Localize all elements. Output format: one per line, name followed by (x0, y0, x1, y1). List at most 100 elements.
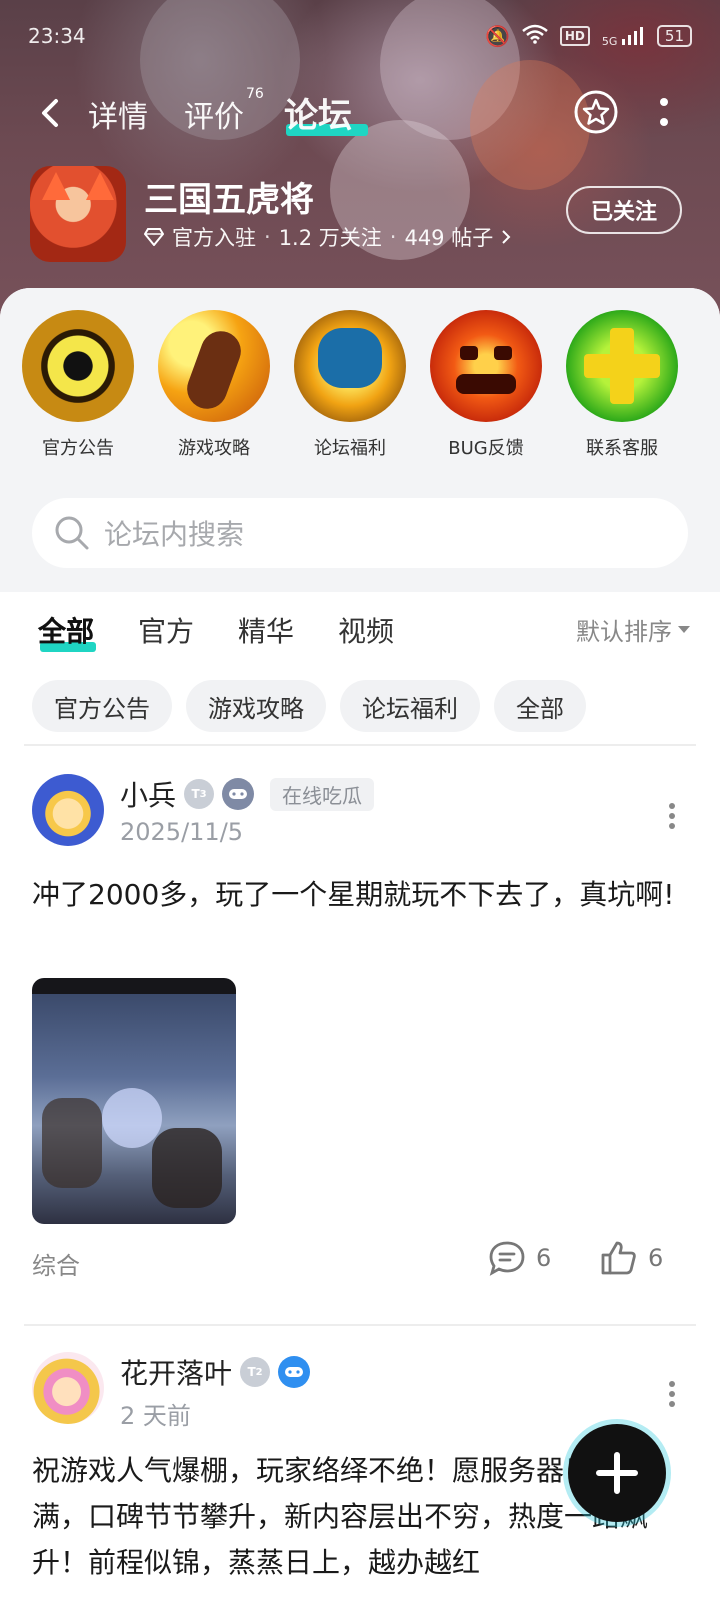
shortcut-area: 官方公告 游戏攻略 论坛福利 BUG反馈 联系客服 论坛内搜索 (0, 288, 720, 592)
tab-reviews[interactable]: 评价 (184, 92, 244, 136)
more-options-icon[interactable] (656, 96, 672, 128)
fist-shape (318, 328, 382, 388)
user-title-tag: 在线吃瓜 (270, 777, 375, 811)
image-figure (42, 1098, 102, 1188)
thumbs-up-icon (601, 1241, 636, 1275)
game-title: 三国五虎将 (144, 180, 314, 220)
forum-panel: 官方公告 游戏攻略 论坛福利 BUG反馈 联系客服 论坛内搜索 全部 全部 官方… (0, 288, 720, 1612)
post-author[interactable]: 小兵 T3 在线吃瓜 (120, 774, 375, 814)
level-badge: T3 (184, 779, 215, 809)
shortcut-guides[interactable]: 游戏攻略 (144, 310, 284, 460)
shortcut-label: 联系客服 (586, 438, 658, 459)
back-arrow-icon[interactable] (36, 98, 66, 128)
pumpkin-mouth (456, 374, 516, 394)
post-card[interactable]: 小兵 T3 在线吃瓜 2025/11/5 冲了2000多，玩了一个星期就玩不下去… (0, 774, 720, 1314)
like-count: 6 (648, 1244, 664, 1272)
gift-fist-icon (294, 310, 406, 422)
post-category[interactable]: 综合 (32, 1246, 80, 1281)
hd-badge: HD (559, 26, 590, 46)
meta-separator: · (389, 225, 397, 249)
comment-stat[interactable]: 6 (488, 1240, 551, 1276)
posts-count: 449 帖子 (404, 226, 494, 250)
chip-benefits[interactable]: 论坛福利 (340, 680, 480, 732)
logo-ear (42, 172, 70, 200)
tab-details[interactable]: 详情 (88, 92, 148, 136)
level-badge: T2 (240, 1357, 271, 1387)
divider (24, 744, 696, 746)
chip-all[interactable]: 全部 (494, 680, 586, 732)
gamepad-icon (278, 1356, 311, 1388)
official-label: 官方入驻 (172, 226, 256, 250)
tab-forum[interactable]: 论坛 (284, 88, 352, 137)
avatar[interactable] (32, 1352, 104, 1424)
filter-tab-featured[interactable]: 精华 (238, 610, 294, 650)
filter-tab-video[interactable]: 视频 (338, 610, 394, 650)
post-time: 2 天前 (120, 1402, 191, 1430)
mute-icon: 🔕 (484, 24, 510, 48)
create-post-button[interactable] (568, 1424, 666, 1522)
level-number: 2 (255, 1366, 263, 1378)
hand-icon (158, 310, 270, 422)
plus-icon (566, 310, 678, 422)
follow-button[interactable]: 已关注 (566, 186, 682, 234)
avatar[interactable] (32, 774, 104, 846)
pumpkin-eye (494, 346, 512, 360)
shortcut-bug-report[interactable]: BUG反馈 (416, 310, 556, 460)
comment-count: 6 (536, 1244, 552, 1272)
shortcut-row: 官方公告 游戏攻略 论坛福利 BUG反馈 联系客服 (0, 310, 720, 460)
status-time: 23:34 (28, 24, 86, 48)
filter-tab-official[interactable]: 官方 (138, 610, 194, 650)
image-figure (152, 1128, 222, 1208)
like-stat[interactable]: 6 (600, 1240, 663, 1276)
network-label: 5G (601, 34, 618, 48)
post-more-icon[interactable] (668, 1380, 676, 1408)
top-navigation: 详情 评价 76 论坛 (0, 84, 720, 144)
gamepad-icon (222, 778, 255, 810)
level-number: 3 (199, 788, 207, 800)
battery-indicator: 51 (656, 25, 692, 47)
post-text[interactable]: 冲了2000多，玩了一个星期就玩不下去了，真坑啊! (32, 872, 692, 918)
pumpkin-icon (430, 310, 542, 422)
post-author[interactable]: 花开落叶 T2 (120, 1352, 311, 1392)
shortcut-benefits[interactable]: 论坛福利 (280, 310, 420, 460)
filter-tabs: 全部 全部 官方 精华 视频 默认排序 (0, 600, 720, 660)
meta-separator: · (264, 225, 271, 249)
chip-announcements[interactable]: 官方公告 (32, 680, 172, 732)
favorite-star-icon[interactable] (574, 90, 618, 134)
shortcut-announcements[interactable]: 官方公告 (8, 310, 148, 460)
pumpkin-eye (460, 346, 478, 360)
sort-dropdown[interactable]: 默认排序 (576, 612, 690, 647)
status-bar: 23:34 🔕 HD 5G 51 (28, 22, 692, 50)
chevron-right-icon (502, 230, 511, 244)
username: 花开落叶 (120, 1357, 233, 1390)
shortcut-label: 论坛福利 (314, 438, 386, 459)
shortcut-label: 游戏攻略 (178, 438, 250, 459)
image-glow (102, 1088, 162, 1148)
reviews-count: 76 (246, 86, 264, 102)
shortcut-label: BUG反馈 (448, 438, 524, 459)
eye-icon (22, 310, 134, 422)
category-chips: 官方公告 游戏攻略 论坛福利 全部 (32, 680, 586, 732)
wifi-icon (522, 24, 548, 49)
sort-label: 默认排序 (576, 618, 672, 646)
divider (24, 1324, 696, 1326)
diamond-icon (144, 228, 164, 246)
game-header-banner: 23:34 🔕 HD 5G 51 详情 评价 76 论坛 三国五虎将 官方入驻 … (0, 0, 720, 320)
caret-down-icon (678, 626, 690, 633)
game-info: 三国五虎将 官方入驻 · 1.2 万关注 · 449 帖子 已关注 (30, 166, 690, 262)
plus-bar (584, 354, 660, 378)
plus-icon (596, 1452, 638, 1494)
post-footer: 综合 6 6 (32, 1240, 688, 1280)
search-icon (55, 516, 89, 550)
filter-tab-all-label: 全部 (38, 615, 95, 648)
game-meta[interactable]: 官方入驻 · 1.2 万关注 · 449 帖子 (144, 222, 511, 252)
post-more-icon[interactable] (668, 802, 676, 830)
chip-guides[interactable]: 游戏攻略 (186, 680, 326, 732)
comment-icon (489, 1241, 525, 1276)
hand-shape (181, 325, 247, 415)
post-screenshot-image[interactable] (32, 978, 236, 1224)
search-placeholder: 论坛内搜索 (104, 518, 245, 551)
forum-search-bar[interactable]: 论坛内搜索 (32, 498, 688, 568)
followers-count: 1.2 万关注 (278, 226, 382, 250)
shortcut-customer-service[interactable]: 联系客服 (552, 310, 692, 460)
